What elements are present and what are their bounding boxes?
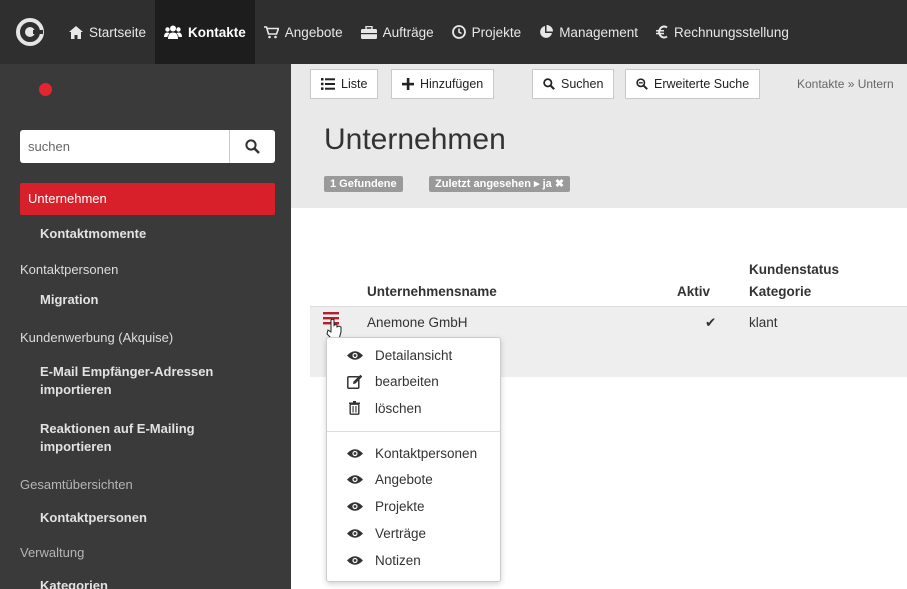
search-button-label: Suchen xyxy=(561,77,604,91)
column-header-active[interactable]: Aktiv xyxy=(677,284,710,299)
list-button-label: Liste xyxy=(341,77,368,91)
sidebar-item-kontaktpersonen[interactable]: Kontaktpersonen xyxy=(20,262,275,277)
eye-icon xyxy=(347,528,363,538)
menu-item-vertraege[interactable]: Verträge xyxy=(327,520,500,546)
cell-status: klant xyxy=(749,315,778,330)
sidebar-item-email-import-line2[interactable]: importieren xyxy=(20,382,275,397)
nav-item-label: Rechnungsstellung xyxy=(674,24,789,40)
row-actions-dropdown: Detailansicht bearbeiten löschen Kontakt… xyxy=(326,337,501,582)
search-icon xyxy=(543,78,555,90)
column-header-category[interactable]: Kategorie xyxy=(749,284,811,299)
trash-icon xyxy=(349,401,360,415)
list-icon xyxy=(321,78,335,90)
menu-item-notizen[interactable]: Notizen xyxy=(327,547,500,573)
sidebar-item-email-import-line1[interactable]: E-Mail Empfänger-Adressen xyxy=(20,364,275,379)
menu-item-label: Kontaktpersonen xyxy=(375,445,478,461)
nav-item-label: Aufträge xyxy=(382,24,434,40)
search-icon xyxy=(245,139,260,154)
add-button-label: Hinzufügen xyxy=(420,77,484,91)
breadcrumb[interactable]: Kontakte » Untern xyxy=(797,77,894,91)
nav-item-management[interactable]: Management xyxy=(530,0,647,64)
nav-item-label: Projekte xyxy=(471,24,522,40)
sidebar-item-unternehmen[interactable]: Unternehmen xyxy=(20,183,275,215)
nav-item-startseite[interactable]: Startseite xyxy=(60,0,155,64)
briefcase-icon xyxy=(360,25,377,39)
advanced-search-button-label: Erweiterte Suche xyxy=(654,77,750,91)
sidebar-item-gesamtuebersichten[interactable]: Gesamtübersichten xyxy=(20,477,275,492)
eye-icon xyxy=(347,555,363,565)
sidebar-item-kategorien[interactable]: Kategorien xyxy=(20,578,275,589)
menu-item-kontaktpersonen[interactable]: Kontaktpersonen xyxy=(327,440,500,466)
nav-item-auftraege[interactable]: Aufträge xyxy=(352,0,443,64)
edit-icon xyxy=(347,374,363,389)
sidebar-item-kundenwerbung[interactable]: Kundenwerbung (Akquise) xyxy=(20,330,275,345)
pie-chart-icon xyxy=(540,25,554,38)
filter-badge[interactable]: Zuletzt angesehen ▸ ja ✖ xyxy=(429,176,571,192)
nav-item-angebote[interactable]: Angebote xyxy=(255,0,352,64)
column-header-name[interactable]: Unternehmensname xyxy=(367,284,497,299)
sidebar-item-migration[interactable]: Migration xyxy=(20,292,275,307)
home-icon xyxy=(69,25,83,39)
eye-icon xyxy=(347,350,363,360)
plus-icon xyxy=(402,78,414,90)
nav-item-rechnungsstellung[interactable]: Rechnungsstellung xyxy=(647,0,798,64)
advanced-search-button[interactable]: Erweiterte Suche xyxy=(625,69,761,99)
logo-icon xyxy=(16,18,44,46)
results-count-badge: 1 Gefundene xyxy=(324,176,403,192)
users-icon xyxy=(164,25,183,39)
menu-item-label: bearbeiten xyxy=(375,373,439,389)
sidebar-item-kontaktpersonen-overview[interactable]: Kontaktpersonen xyxy=(20,510,275,525)
search-button[interactable]: Suchen xyxy=(532,69,615,99)
sidebar-search xyxy=(20,130,275,163)
eye-icon xyxy=(347,448,363,458)
nav-item-label: Management xyxy=(559,24,638,40)
menu-icon xyxy=(323,312,342,340)
menu-item-angebote[interactable]: Angebote xyxy=(327,466,500,492)
content-header: Liste Hinzufügen Suchen Erweiterte Suche… xyxy=(291,64,907,208)
nav-item-label: Angebote xyxy=(284,24,343,40)
page-title: Unternehmen xyxy=(324,123,506,156)
menu-item-label: Angebote xyxy=(375,471,433,487)
menu-divider xyxy=(327,431,500,432)
sidebar-search-button[interactable] xyxy=(229,130,275,163)
menu-item-label: Verträge xyxy=(375,525,427,541)
list-button[interactable]: Liste xyxy=(310,69,379,99)
cell-active-check-icon: ✔ xyxy=(705,315,717,330)
menu-item-label: löschen xyxy=(375,400,422,416)
nav-item-kontakte[interactable]: Kontakte xyxy=(155,0,255,64)
menu-item-loeschen[interactable]: löschen xyxy=(327,395,500,421)
nav-item-label: Startseite xyxy=(89,24,147,40)
zoom-icon xyxy=(636,78,648,90)
menu-item-projekte[interactable]: Projekte xyxy=(327,493,500,519)
nav-item-label: Kontakte xyxy=(188,24,246,40)
nav-item-projekte[interactable]: Projekte xyxy=(443,0,531,64)
app-logo[interactable] xyxy=(0,0,60,64)
menu-item-label: Detailansicht xyxy=(375,347,453,363)
menu-item-detailansicht[interactable]: Detailansicht xyxy=(327,342,500,368)
sidebar-item-reaktionen-line1[interactable]: Reaktionen auf E-Mailing xyxy=(20,421,275,436)
sidebar-item-reaktionen-line2[interactable]: importieren xyxy=(20,439,275,454)
cell-company-name[interactable]: Anemone GmbH xyxy=(367,315,468,330)
sidebar: Unternehmen Kontaktmomente Kontaktperson… xyxy=(0,64,291,589)
clock-icon xyxy=(451,25,466,39)
sidebar-search-input[interactable] xyxy=(20,130,229,163)
eye-icon xyxy=(347,501,363,511)
menu-item-bearbeiten[interactable]: bearbeiten xyxy=(327,368,500,394)
column-header-status[interactable]: Kundenstatus xyxy=(749,262,839,277)
menu-item-label: Projekte xyxy=(375,498,425,514)
cart-icon xyxy=(263,25,279,38)
sidebar-item-kontaktmomente[interactable]: Kontaktmomente xyxy=(20,226,275,241)
eye-icon xyxy=(347,474,363,484)
menu-item-label: Notizen xyxy=(375,552,421,568)
sidebar-item-verwaltung[interactable]: Verwaltung xyxy=(20,545,275,560)
top-navigation: Startseite Kontakte Angebote Aufträge Pr… xyxy=(0,0,907,64)
sidebar-toggle-icon[interactable] xyxy=(39,83,52,96)
add-button[interactable]: Hinzufügen xyxy=(391,69,495,99)
euro-icon xyxy=(656,25,668,39)
